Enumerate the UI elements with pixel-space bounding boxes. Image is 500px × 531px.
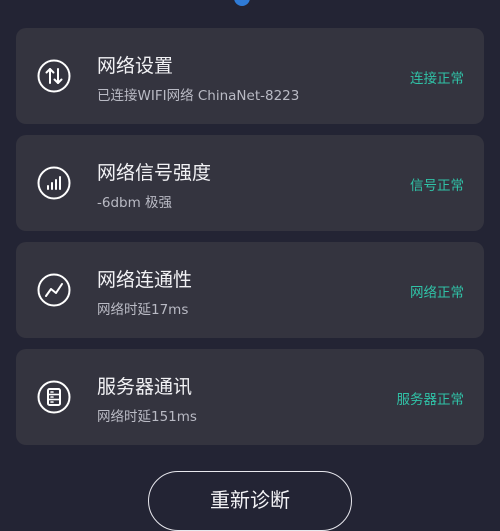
top-accent xyxy=(234,0,250,6)
signal-strength-icon xyxy=(36,165,72,201)
status-badge: 信号正常 xyxy=(410,178,464,194)
updown-arrows-icon xyxy=(36,58,72,94)
trend-line-icon xyxy=(36,272,72,308)
card-subtitle: 已连接WIFI网络 ChinaNet-8223 xyxy=(97,88,300,104)
status-badge: 连接正常 xyxy=(410,71,464,87)
signal-strength-card[interactable]: 网络信号强度 -6dbm 极强 信号正常 xyxy=(16,135,484,231)
server-communication-card[interactable]: 服务器通讯 网络时延151ms 服务器正常 xyxy=(16,349,484,445)
card-subtitle: 网络时延17ms xyxy=(97,302,189,318)
server-icon xyxy=(36,379,72,415)
card-title: 网络信号强度 xyxy=(97,162,212,184)
status-badge: 网络正常 xyxy=(410,285,464,301)
card-title: 网络设置 xyxy=(97,55,174,77)
rediagnose-button[interactable]: 重新诊断 xyxy=(148,471,352,531)
card-subtitle: -6dbm 极强 xyxy=(97,195,173,211)
card-title: 服务器通讯 xyxy=(97,376,193,398)
card-subtitle: 网络时延151ms xyxy=(97,409,197,425)
card-title: 网络连通性 xyxy=(97,269,193,291)
status-badge: 服务器正常 xyxy=(396,392,465,408)
network-connectivity-card[interactable]: 网络连通性 网络时延17ms 网络正常 xyxy=(16,242,484,338)
network-settings-card[interactable]: 网络设置 已连接WIFI网络 ChinaNet-8223 连接正常 xyxy=(16,28,484,124)
